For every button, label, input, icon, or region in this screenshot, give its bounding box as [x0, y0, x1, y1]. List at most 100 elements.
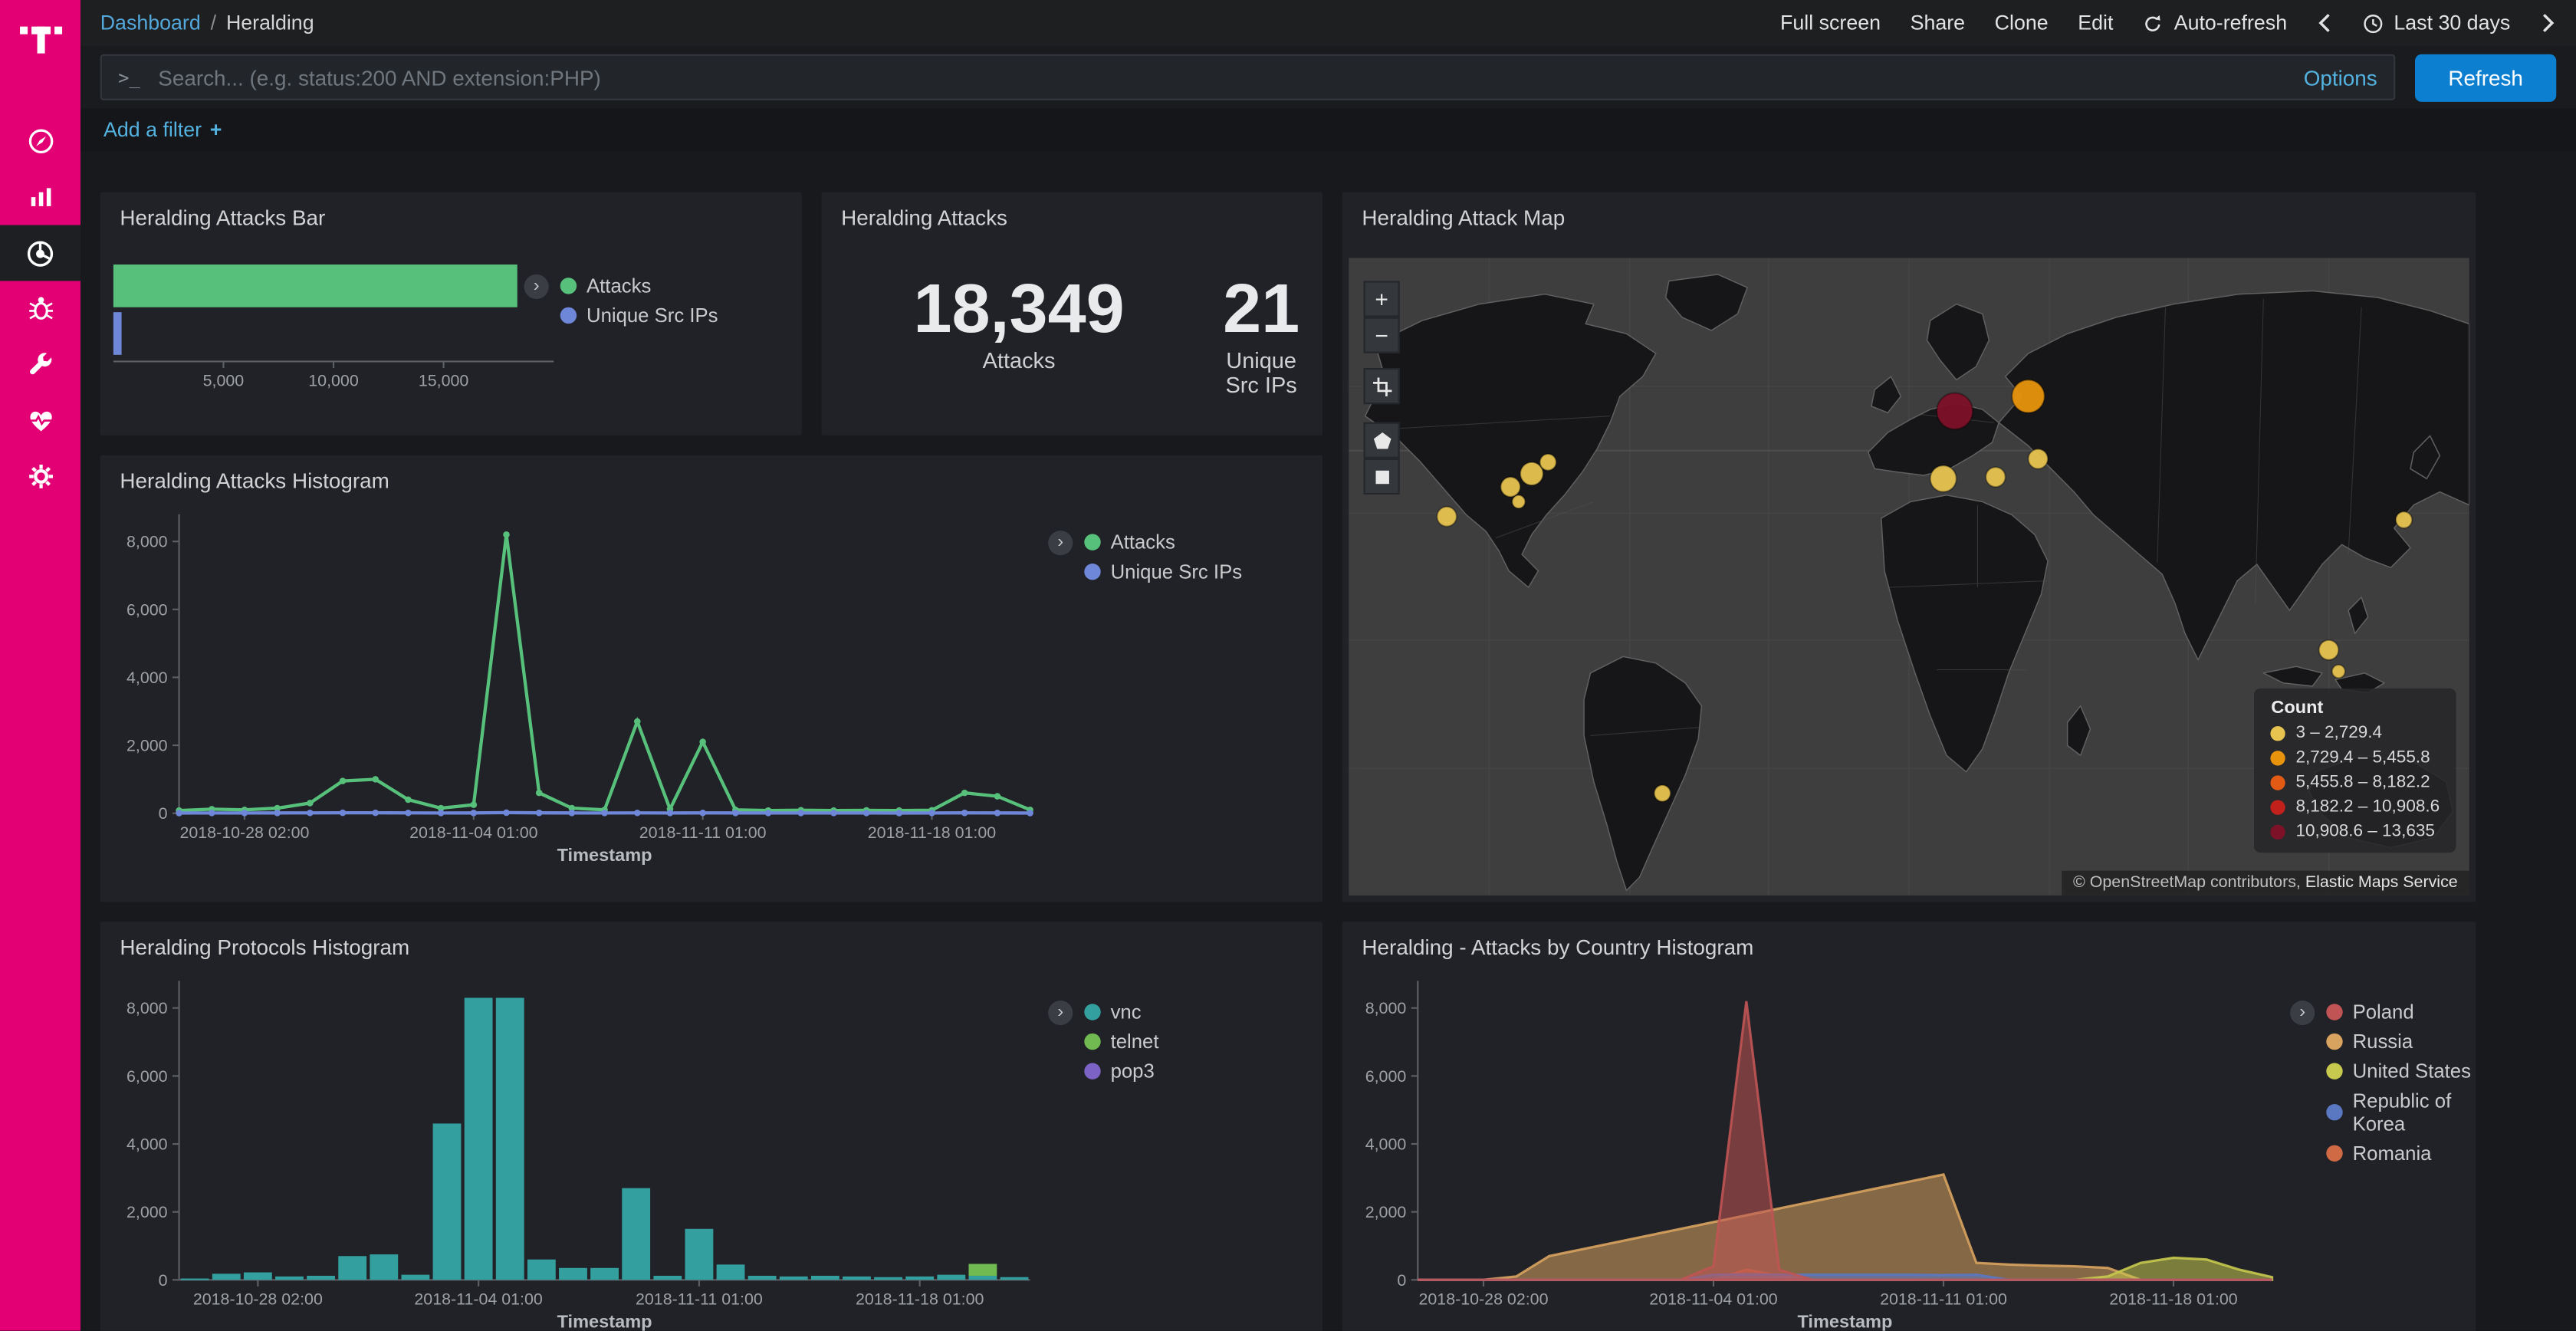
topbar-action[interactable]: Share [1911, 12, 1965, 35]
legend-items: vnc telnet pop3 [1084, 1001, 1158, 1083]
clock-icon [2363, 12, 2384, 34]
breadcrumb-separator: / [211, 12, 216, 35]
topbar-action[interactable]: Full screen [1780, 12, 1881, 35]
protocols-histogram-chart[interactable]: 02,0004,0006,0008,0002018-10-28 02:00201… [107, 968, 1043, 1331]
attacks-bar-chart[interactable]: 5,00010,00015,000 [107, 258, 577, 416]
time-range-button[interactable]: Last 30 days [2363, 12, 2511, 35]
legend-label: telnet [1111, 1030, 1159, 1053]
search-box[interactable]: >_ Options [100, 54, 2396, 100]
legend-item[interactable]: United States [2326, 1060, 2476, 1083]
svg-text:8,000: 8,000 [127, 999, 168, 1017]
query-options-link[interactable]: Options [2287, 65, 2377, 90]
add-filter-button[interactable]: Add a filter + [104, 118, 222, 141]
metric: 18,349 Attacks [913, 273, 1124, 398]
rectangle-draw-button[interactable] [1364, 458, 1400, 495]
svg-text:4,000: 4,000 [1365, 1135, 1407, 1154]
legend-label: Attacks [586, 274, 651, 297]
country-histogram-chart[interactable]: 02,0004,0006,0008,0002018-10-28 02:00201… [1346, 968, 2285, 1331]
metric: 21 Unique Src IPs [1217, 273, 1306, 398]
zoom-in-button[interactable]: + [1364, 281, 1400, 317]
legend-item[interactable]: Unique Src IPs [1084, 560, 1242, 583]
svg-text:8,000: 8,000 [1365, 999, 1407, 1017]
sidebar-item-honeypot[interactable] [0, 281, 80, 337]
legend-color-dot [1084, 564, 1100, 580]
map-legend-title: Count [2271, 698, 2440, 718]
svg-text:2018-11-04 01:00: 2018-11-04 01:00 [414, 1290, 543, 1308]
time-range-label: Last 30 days [2394, 12, 2510, 35]
world-map[interactable]: + − [1349, 258, 2469, 895]
svg-text:2018-11-18 01:00: 2018-11-18 01:00 [868, 823, 997, 842]
svg-text:2018-10-28 02:00: 2018-10-28 02:00 [179, 823, 309, 842]
legend-label: Republic of Korea [2353, 1089, 2476, 1135]
breadcrumb-dashboard-link[interactable]: Dashboard [100, 12, 201, 35]
chart-legend: › Attacks Unique Src IPs [1048, 531, 1242, 583]
sidebar-nav [0, 113, 80, 504]
sidebar-item-health[interactable] [0, 393, 80, 449]
legend-item[interactable]: Romania [2326, 1142, 2476, 1165]
panel-attacks-metric: Heralding Attacks 18,349 Attacks 21 Uniq… [821, 192, 1322, 435]
legend-collapse-icon[interactable]: › [1048, 1001, 1073, 1025]
svg-text:15,000: 15,000 [419, 372, 469, 390]
legend-item[interactable]: Poland [2326, 1001, 2476, 1024]
svg-text:0: 0 [1397, 1271, 1406, 1290]
svg-text:2,000: 2,000 [127, 737, 168, 755]
legend-label: 10,908.6 – 13,635 [2295, 821, 2434, 841]
heartbeat-icon [25, 406, 55, 435]
legend-item[interactable]: Attacks [560, 274, 718, 297]
svg-text:2018-10-28 02:00: 2018-10-28 02:00 [1418, 1290, 1548, 1308]
legend-item[interactable]: Republic of Korea [2326, 1089, 2476, 1135]
attacks-histogram-chart[interactable]: 02,0004,0006,0008,0002018-10-28 02:00201… [107, 501, 1043, 866]
legend-collapse-icon[interactable]: › [524, 274, 549, 299]
auto-refresh-button[interactable]: Auto-refresh [2143, 12, 2287, 35]
panel-protocols-histogram: Heralding Protocols Histogram 02,0004,00… [100, 922, 1322, 1331]
svg-text:10,000: 10,000 [308, 372, 359, 390]
legend-item[interactable]: pop3 [1084, 1060, 1158, 1083]
legend-collapse-icon[interactable]: › [2290, 1001, 2315, 1025]
search-input[interactable] [155, 64, 2272, 91]
legend-collapse-icon[interactable]: › [1048, 531, 1073, 555]
svg-text:4,000: 4,000 [127, 669, 168, 687]
dashboard-grid: Heralding Attacks Bar 5,00010,00015,000 … [80, 151, 2576, 1331]
map-legend: Count 3 – 2,729.4 2,729.4 – 5,455.8 [2255, 689, 2456, 853]
topbar-action[interactable]: Edit [2078, 12, 2113, 35]
auto-refresh-icon [2143, 12, 2164, 34]
time-back-button[interactable] [2317, 12, 2333, 35]
legend-items: Attacks Unique Src IPs [1084, 531, 1242, 583]
svg-text:2018-11-04 01:00: 2018-11-04 01:00 [409, 823, 538, 842]
sidebar [0, 0, 80, 1331]
svg-text:Timestamp: Timestamp [557, 845, 652, 865]
svg-text:6,000: 6,000 [127, 600, 168, 619]
topbar-action[interactable]: Clone [1995, 12, 2049, 35]
svg-text:0: 0 [159, 804, 168, 823]
legend-item[interactable]: Russia [2326, 1030, 2476, 1053]
metric-label: Unique Src IPs [1217, 348, 1306, 397]
legend-label: Russia [2353, 1030, 2413, 1053]
sidebar-item-tools[interactable] [0, 337, 80, 393]
panel-attacks-bar: Heralding Attacks Bar 5,00010,00015,000 … [100, 192, 802, 435]
refresh-button[interactable]: Refresh [2415, 54, 2556, 101]
fit-bounds-button[interactable] [1364, 368, 1400, 404]
sidebar-item-dashboards[interactable] [0, 225, 80, 281]
legend-item[interactable]: telnet [1084, 1030, 1158, 1053]
sidebar-item-home[interactable] [0, 113, 80, 169]
sidebar-item-visualize[interactable] [0, 169, 80, 225]
legend-item[interactable]: Attacks [1084, 531, 1242, 554]
panel-attacks-histogram: Heralding Attacks Histogram 02,0004,0006… [100, 455, 1322, 902]
legend-item[interactable]: Unique Src IPs [560, 304, 718, 327]
legend-label: 5,455.8 – 8,182.2 [2295, 772, 2430, 792]
polygon-draw-button[interactable] [1364, 422, 1400, 458]
sidebar-item-settings[interactable] [0, 449, 80, 504]
breadcrumb-current: Heralding [226, 12, 314, 35]
svg-text:2018-11-04 01:00: 2018-11-04 01:00 [1649, 1290, 1778, 1308]
time-forward-button[interactable] [2540, 12, 2556, 35]
legend-color-dot [2271, 824, 2285, 839]
legend-color-dot [2271, 750, 2285, 764]
telekom-t-logo [18, 13, 64, 67]
legend-color-dot [2326, 1145, 2342, 1162]
legend-label: Attacks [1111, 531, 1175, 554]
chart-legend: › Poland Russia United States [2290, 1001, 2476, 1165]
svg-text:2018-11-11 01:00: 2018-11-11 01:00 [639, 823, 767, 842]
legend-item[interactable]: vnc [1084, 1001, 1158, 1024]
zoom-out-button[interactable]: − [1364, 317, 1400, 353]
topbar-actions: Full screen Share Clone Edit [1780, 12, 2113, 35]
